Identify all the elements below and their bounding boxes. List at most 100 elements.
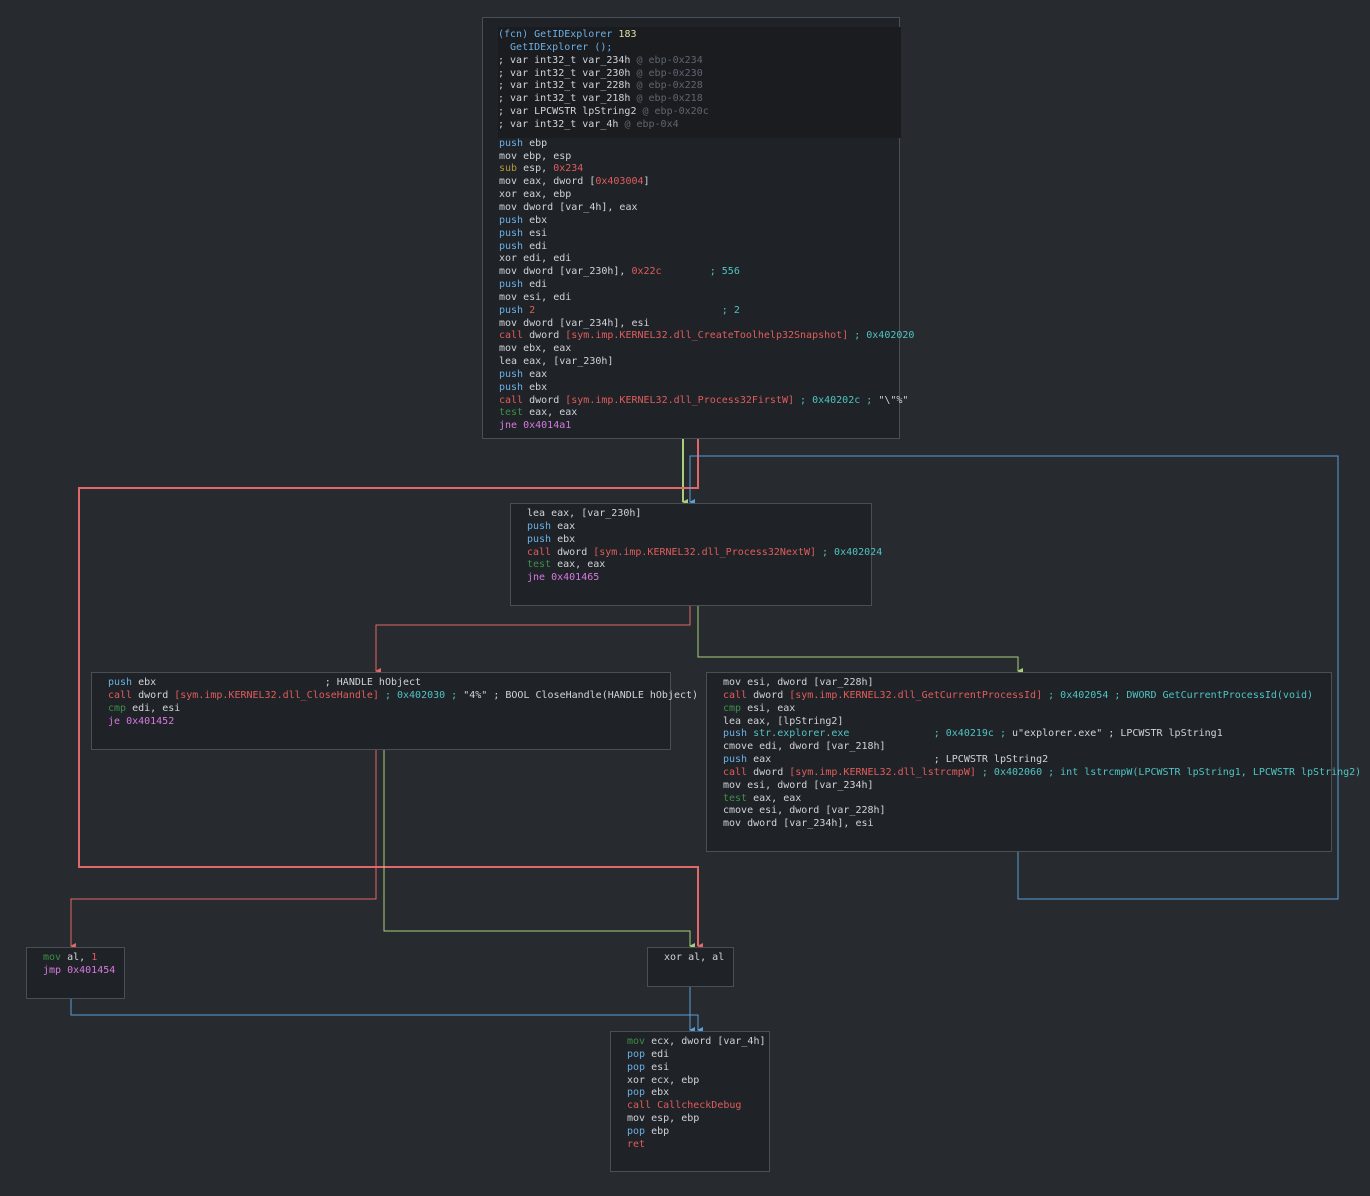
asm-line[interactable]: push 2 ; 2 <box>499 305 889 318</box>
asm-line[interactable]: push eax ; LPCWSTR lpString2 <box>723 754 1321 767</box>
asm-line[interactable]: ; var int32_t var_4h @ ebp-0x4 <box>498 119 901 132</box>
asm-line[interactable]: pop ebx <box>627 1087 759 1100</box>
asm-line[interactable]: call dword [sym.imp.KERNEL32.dll_CreateT… <box>499 330 914 343</box>
asm-line[interactable]: push edi <box>499 279 889 292</box>
asm-token-sym: [sym.imp.KERNEL32.dll_CloseHandle] <box>174 689 379 701</box>
asm-line[interactable]: ret <box>627 1139 759 1152</box>
asm-line[interactable]: GetIDExplorer (); <box>498 42 901 55</box>
asm-line[interactable]: mov dword [var_4h], eax <box>499 202 889 215</box>
asm-token-mnem: push <box>527 533 558 545</box>
asm-line[interactable]: ; var LPCWSTR lpString2 @ ebp-0x20c <box>498 106 901 119</box>
asm-token-mov: lea <box>499 356 524 368</box>
asm-line[interactable]: push ebx <box>499 382 889 395</box>
asm-token-mov: mov <box>499 343 524 355</box>
basic-block-return-false[interactable]: xor al, al <box>647 947 734 987</box>
asm-line[interactable]: sub esp, 0x234 <box>499 163 889 176</box>
asm-line[interactable]: push ebp <box>499 138 889 151</box>
asm-line[interactable]: call dword [sym.imp.KERNEL32.dll_lstrcmp… <box>723 766 1361 780</box>
asm-token-str: "4%" ; BOOL CloseHandle(HANDLE hObject) <box>463 689 699 701</box>
asm-token-plain: ebx <box>529 381 548 393</box>
asm-line[interactable]: call dword [sym.imp.KERNEL32.dll_CloseHa… <box>108 689 698 703</box>
asm-line[interactable]: jne 0x4014a1 <box>499 420 889 433</box>
asm-line[interactable]: mov esp, ebp <box>627 1113 759 1126</box>
asm-line[interactable]: pop esi <box>627 1062 759 1075</box>
asm-line[interactable]: cmove esi, dword [var_228h] <box>723 805 1321 818</box>
asm-line[interactable]: push eax <box>527 521 861 534</box>
asm-line[interactable]: test eax, eax <box>527 559 861 572</box>
asm-line[interactable]: mov esi, edi <box>499 292 889 305</box>
asm-line[interactable]: xor al, al <box>664 952 724 965</box>
asm-line[interactable]: mov dword [var_230h], 0x22c ; 556 <box>499 266 889 279</box>
asm-line[interactable]: push ebx <box>527 534 861 547</box>
asm-line[interactable]: ; var int32_t var_230h @ ebp-0x230 <box>498 68 901 81</box>
asm-line[interactable]: mov dword [var_234h], esi <box>499 318 889 331</box>
asm-line[interactable]: push ebx ; HANDLE hObject <box>108 677 660 690</box>
asm-token-mov: mov <box>499 150 524 162</box>
asm-line[interactable]: mov dword [var_234h], esi <box>723 818 1321 831</box>
asm-line[interactable]: lea eax, [var_230h] <box>527 508 861 521</box>
asm-token-mnem: pop <box>627 1048 652 1060</box>
asm-token-mnem: push <box>499 304 530 316</box>
asm-line[interactable]: call CallcheckDebug <box>627 1100 759 1113</box>
asm-token-test: test <box>723 792 754 804</box>
asm-token-cmt: ; 0x40202c ; <box>794 394 879 406</box>
asm-line[interactable]: push str.explorer.exe ; 0x40219c ; u"exp… <box>723 728 1321 741</box>
asm-line[interactable]: call dword [sym.imp.KERNEL32.dll_Process… <box>499 394 908 408</box>
asm-token-plain: edi <box>529 279 548 291</box>
asm-token-plain: eax, [var_230h] <box>551 508 642 519</box>
asm-token-call: call <box>723 766 754 778</box>
asm-token-call: call <box>627 1100 658 1112</box>
asm-line[interactable]: call dword [sym.imp.KERNEL32.dll_Process… <box>527 547 882 560</box>
asm-line[interactable]: je 0x401452 <box>108 716 660 729</box>
basic-block-epilogue[interactable]: mov ecx, dword [var_4h] pop edi pop esi xor… <box>610 1031 770 1172</box>
asm-token-plain: ebx <box>557 533 576 545</box>
asm-token-plain: esi, dword [var_228h] <box>759 805 886 817</box>
asm-line[interactable]: jne 0x401465 <box>527 572 861 585</box>
asm-line[interactable]: lea eax, [lpString2] <box>723 716 1321 729</box>
asm-line[interactable]: xor ecx, ebp <box>627 1075 759 1088</box>
asm-line[interactable]: xor eax, ebp <box>499 189 889 202</box>
asm-line[interactable]: mov eax, dword [0x403004] <box>499 176 889 189</box>
asm-line[interactable]: xor edi, edi <box>499 253 889 266</box>
asm-token-plain: ecx, ebp <box>651 1074 700 1086</box>
asm-line[interactable]: cmp edi, esi <box>108 703 660 716</box>
asm-line[interactable]: cmp esi, eax <box>723 703 1321 716</box>
asm-token-cmt: ; 0x402030 ; <box>378 689 464 701</box>
asm-line[interactable]: test eax, eax <box>723 793 1321 806</box>
asm-line[interactable]: jmp 0x401454 <box>43 965 115 978</box>
asm-line[interactable]: ; var int32_t var_218h @ ebp-0x218 <box>498 93 901 106</box>
asm-line[interactable]: mov esi, dword [var_234h] <box>723 780 1321 793</box>
asm-line[interactable]: ; var int32_t var_228h @ ebp-0x228 <box>498 80 901 93</box>
asm-line[interactable]: call dword [sym.imp.KERNEL32.dll_GetCurr… <box>723 690 1321 703</box>
asm-token-test: mov <box>43 952 68 963</box>
asm-line[interactable]: pop ebp <box>627 1126 759 1139</box>
asm-line[interactable]: mov ebx, eax <box>499 343 889 356</box>
asm-line[interactable]: push edi <box>499 241 889 254</box>
basic-block-close-handle[interactable]: push ebx ; HANDLE hObject call dword [sym… <box>91 672 698 750</box>
asm-line[interactable]: ; var int32_t var_234h @ ebp-0x234 <box>498 55 901 68</box>
asm-token-addr: 0x403004 <box>595 176 644 188</box>
asm-line[interactable]: (fcn) GetIDExplorer 183 <box>498 29 901 42</box>
asm-line[interactable]: mov ebp, esp <box>499 151 889 164</box>
asm-line[interactable]: cmove edi, dword [var_218h] <box>723 741 1321 754</box>
basic-block-return-true[interactable]: mov al, 1 jmp 0x401454 <box>26 947 125 999</box>
asm-token-plain: ebp <box>651 1125 670 1137</box>
basic-block-compare-explorer[interactable]: mov esi, dword [var_228h] call dword [sym… <box>706 672 1361 852</box>
asm-line[interactable]: test eax, eax <box>499 407 889 420</box>
asm-line[interactable]: push esi <box>499 228 889 241</box>
asm-line[interactable]: mov al, 1 <box>43 952 114 965</box>
basic-block-process-next[interactable]: lea eax, [var_230h] push eax push ebx call … <box>510 503 882 606</box>
asm-line[interactable]: lea eax, [var_230h] <box>499 356 889 369</box>
asm-line[interactable]: push eax <box>499 369 889 382</box>
basic-block-entry[interactable]: (fcn) GetIDExplorer 183 GetIDExplorer ()… <box>482 17 914 439</box>
asm-token-plain: dword <box>753 689 790 701</box>
asm-line[interactable]: mov esi, dword [var_228h] <box>723 677 1321 690</box>
asm-token-plain: esi, dword [var_228h] <box>747 677 874 688</box>
asm-token-plain: dword [var_234h], esi <box>747 818 874 830</box>
asm-token-plain: ; var int32_t var_218h <box>498 93 637 105</box>
asm-token-plain: esp, <box>523 163 554 175</box>
asm-line[interactable]: pop edi <box>627 1049 759 1062</box>
edge-b2-b5-true <box>383 750 695 949</box>
asm-line[interactable]: push ebx <box>499 215 889 228</box>
asm-line[interactable]: mov ecx, dword [var_4h] <box>627 1036 765 1049</box>
